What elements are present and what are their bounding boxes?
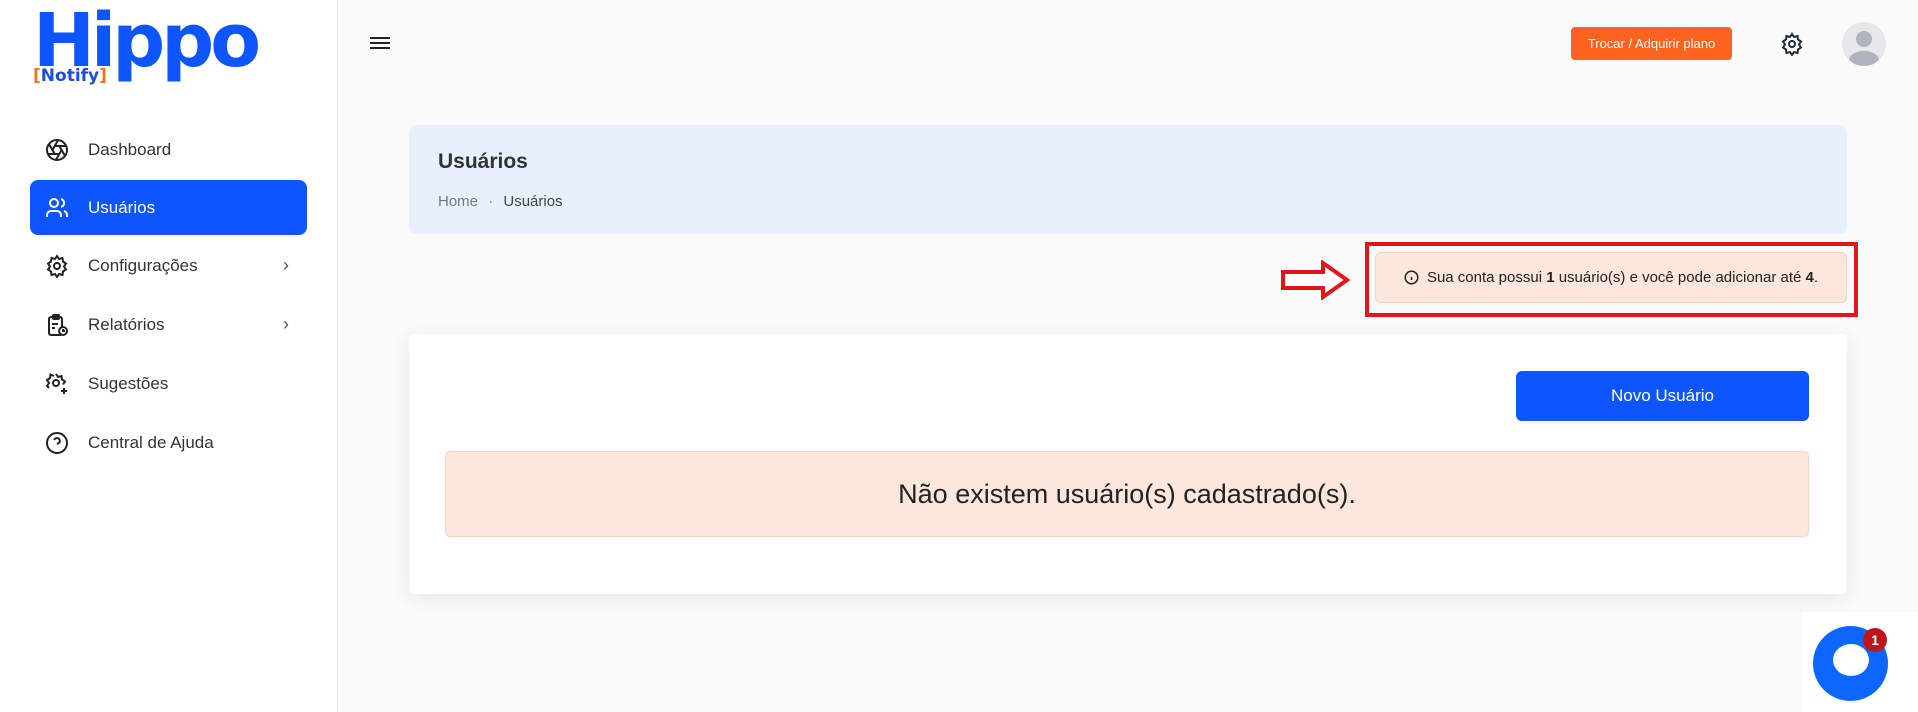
gear-icon [46, 254, 68, 278]
users-card: Novo Usuário Não existem usuário(s) cada… [409, 334, 1847, 594]
logo[interactable]: Hippo [Notify] [33, 0, 261, 88]
avatar[interactable] [1842, 22, 1886, 66]
sidebar-item-dashboard[interactable]: Dashboard [30, 122, 307, 177]
sidebar-item-usuarios[interactable]: Usuários [30, 180, 307, 235]
report-icon [48, 314, 68, 336]
menu-toggle-icon[interactable] [370, 34, 390, 52]
chat-icon [1833, 644, 1869, 676]
sidebar-item-relatorios[interactable]: Relatórios › [30, 297, 307, 352]
sidebar: Hippo [Notify] Dashboard Usuários Config… [0, 0, 338, 712]
breadcrumb: Home · Usuários [438, 193, 563, 210]
user-avatar-icon [1849, 31, 1879, 66]
users-icon [46, 198, 69, 217]
chevron-right-icon: › [283, 255, 289, 275]
gear-plus-icon [45, 373, 67, 394]
new-user-button[interactable]: Novo Usuário [1516, 371, 1809, 421]
sidebar-item-sugestoes[interactable]: Sugestões [30, 356, 307, 411]
sidebar-item-configuracoes[interactable]: Configurações › [30, 238, 307, 293]
breadcrumb-current: Usuários [503, 193, 563, 210]
breadcrumb-home[interactable]: Home [438, 193, 478, 210]
aperture-icon [46, 139, 68, 161]
change-plan-button[interactable]: Trocar / Adquirir plano [1571, 27, 1732, 60]
info-icon [1404, 270, 1419, 285]
chevron-right-icon: › [283, 314, 289, 334]
help-icon [46, 432, 68, 454]
arrow-right-annotation-icon [1281, 260, 1351, 300]
chat-unread-badge: 1 [1863, 628, 1887, 652]
page-title: Usuários [438, 150, 528, 173]
settings-gear-icon[interactable] [1780, 32, 1804, 56]
page-header: Usuários Home · Usuários [409, 125, 1847, 234]
empty-state-message: Não existem usuário(s) cadastrado(s). [445, 451, 1809, 537]
sidebar-item-central-de-ajuda[interactable]: Central de Ajuda [30, 415, 307, 470]
user-limit-notice: Sua conta possui 1 usuário(s) e você pod… [1375, 252, 1847, 303]
